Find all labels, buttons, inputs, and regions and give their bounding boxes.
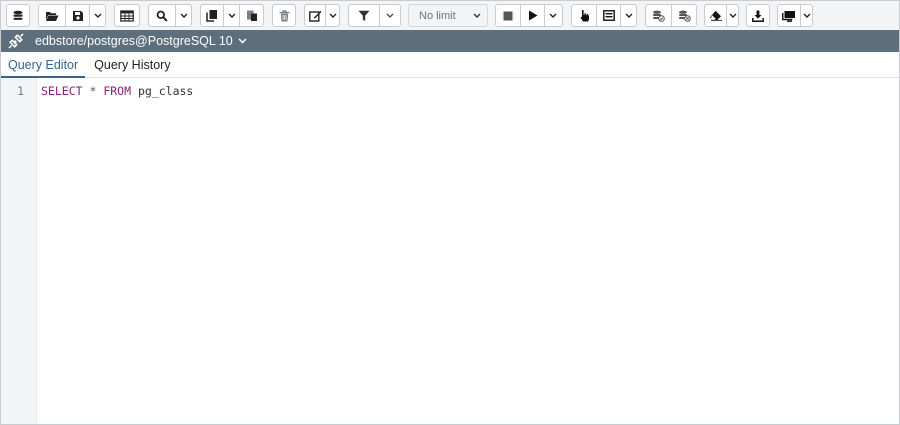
- execute-dropdown-button[interactable]: [544, 5, 560, 26]
- open-new-tab-button[interactable]: [7, 5, 29, 26]
- chevron-down-icon: [549, 13, 556, 18]
- play-icon: [528, 10, 537, 21]
- copy-dropdown-button[interactable]: [223, 5, 239, 26]
- line-number: 1: [17, 84, 24, 98]
- chevron-down-icon: [473, 13, 481, 18]
- tab-query-editor[interactable]: Query Editor: [1, 52, 86, 78]
- macros-dropdown-button[interactable]: [800, 5, 812, 26]
- delete-button[interactable]: [273, 5, 295, 26]
- connection-status[interactable]: [1, 30, 31, 52]
- macro-icon: [782, 10, 795, 22]
- explain-icon: [602, 10, 615, 21]
- filter-icon: [358, 10, 370, 21]
- stop-icon: [503, 11, 513, 20]
- explain-button[interactable]: [572, 5, 596, 26]
- editor-tabs: Query Editor Query History: [1, 52, 899, 78]
- sql-editor[interactable]: 1 SELECT * FROM pg_class: [1, 78, 899, 424]
- clear-button-group: [704, 4, 739, 27]
- chevron-down-icon: [625, 13, 632, 18]
- copy-icon: [206, 10, 217, 22]
- save-icon: [72, 10, 83, 21]
- find-dropdown-button[interactable]: [175, 5, 191, 26]
- edit-dropdown-button[interactable]: [325, 5, 339, 26]
- query-tool-window: No limit edbstore/postgres@PostgreSQL 10…: [0, 0, 900, 425]
- clear-dropdown-button[interactable]: [726, 5, 738, 26]
- paste-button[interactable]: [239, 5, 263, 26]
- code-line[interactable]: SELECT * FROM pg_class: [41, 84, 193, 98]
- toolbar: No limit: [1, 1, 899, 30]
- view-data-button[interactable]: [115, 5, 139, 26]
- sql-keyword: FROM: [103, 84, 132, 98]
- database-icon: [13, 10, 23, 20]
- open-new-tab-button-group: [6, 4, 30, 27]
- row-limit-value: No limit: [419, 9, 456, 22]
- delete-button-group: [272, 4, 296, 27]
- filter-button-group: [348, 4, 401, 27]
- transaction-button-group: [645, 4, 697, 27]
- clear-button[interactable]: [705, 5, 726, 26]
- search-icon: [156, 10, 168, 22]
- macros-button-group: [777, 4, 813, 27]
- chevron-down-icon: [729, 13, 736, 18]
- line-number-gutter: 1: [1, 78, 37, 424]
- eraser-icon: [709, 10, 722, 21]
- sql-identifier: pg_class: [131, 84, 194, 98]
- table-icon: [120, 9, 134, 22]
- sql-operator: *: [82, 84, 104, 98]
- pointer-icon: [580, 10, 589, 22]
- execute-button-group: [495, 4, 563, 27]
- trash-icon: [279, 9, 289, 21]
- explain-button-group: [571, 4, 637, 27]
- download-button-group: [746, 4, 770, 27]
- chevron-down-icon: [228, 13, 235, 18]
- edit-button-group: [304, 4, 340, 27]
- commit-button[interactable]: [646, 5, 671, 26]
- download-icon: [752, 10, 764, 22]
- open-file-button[interactable]: [39, 5, 65, 26]
- filter-dropdown-button[interactable]: [379, 5, 400, 26]
- save-dropdown-button[interactable]: [89, 5, 105, 26]
- connection-selector[interactable]: edbstore/postgres@PostgreSQL 10: [31, 34, 247, 48]
- find-button[interactable]: [149, 5, 175, 26]
- filter-button[interactable]: [349, 5, 379, 26]
- save-file-button[interactable]: [65, 5, 89, 26]
- tab-query-history[interactable]: Query History: [87, 52, 177, 77]
- tab-label: Query Editor: [8, 57, 79, 72]
- chevron-down-icon: [180, 13, 187, 18]
- edit-button[interactable]: [305, 5, 325, 26]
- connection-label: edbstore/postgres@PostgreSQL 10: [35, 34, 233, 48]
- connection-bar: edbstore/postgres@PostgreSQL 10: [1, 30, 899, 52]
- view-data-button-group: [114, 4, 140, 27]
- rollback-icon: [678, 10, 691, 22]
- find-button-group: [148, 4, 192, 27]
- edit-icon: [308, 10, 321, 22]
- tab-label: Query History: [94, 57, 171, 72]
- macros-button[interactable]: [778, 5, 800, 26]
- chevron-down-icon: [386, 13, 394, 18]
- clipboard-button-group: [200, 4, 264, 27]
- paste-icon: [246, 10, 257, 21]
- row-limit-select[interactable]: No limit: [408, 4, 488, 27]
- folder-open-icon: [46, 11, 59, 21]
- download-button[interactable]: [747, 5, 769, 26]
- chevron-down-icon: [238, 38, 247, 44]
- commit-icon: [653, 10, 665, 22]
- sql-keyword: SELECT: [41, 84, 83, 98]
- execute-button[interactable]: [520, 5, 544, 26]
- chevron-down-icon: [94, 13, 101, 18]
- connection-icon: [8, 33, 24, 49]
- copy-button[interactable]: [201, 5, 223, 26]
- explain-analyze-button[interactable]: [596, 5, 620, 26]
- explain-dropdown-button[interactable]: [620, 5, 636, 26]
- chevron-down-icon: [329, 13, 336, 18]
- stop-button[interactable]: [496, 5, 520, 26]
- chevron-down-icon: [803, 13, 810, 18]
- file-button-group: [38, 4, 106, 27]
- rollback-button[interactable]: [671, 5, 696, 26]
